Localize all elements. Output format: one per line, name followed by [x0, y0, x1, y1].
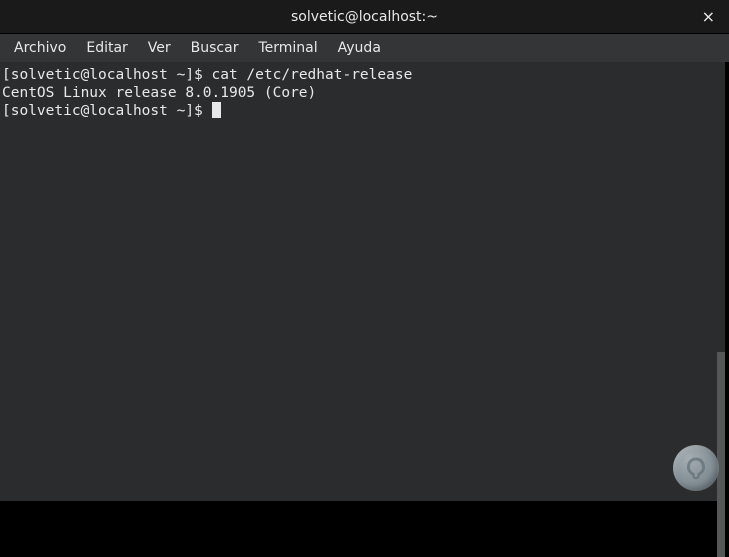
close-icon[interactable]: ×	[696, 7, 721, 27]
cursor-icon	[212, 102, 221, 118]
menu-editar[interactable]: Editar	[76, 36, 137, 60]
menu-archivo[interactable]: Archivo	[4, 36, 76, 60]
window-titlebar: solvetic@localhost:~ ×	[0, 0, 729, 34]
scrollbar-thumb[interactable]	[717, 352, 725, 557]
window-title: solvetic@localhost:~	[291, 9, 438, 25]
shell-prompt: [solvetic@localhost ~]$	[2, 67, 212, 83]
terminal-content: [solvetic@localhost ~]$ cat /etc/redhat-…	[2, 66, 723, 120]
menu-ver[interactable]: Ver	[138, 36, 181, 60]
menu-ayuda[interactable]: Ayuda	[328, 36, 391, 60]
command-text: cat /etc/redhat-release	[212, 67, 413, 83]
menu-terminal[interactable]: Terminal	[248, 36, 327, 60]
menubar: Archivo Editar Ver Buscar Terminal Ayuda	[0, 34, 729, 62]
terminal-area[interactable]: [solvetic@localhost ~]$ cat /etc/redhat-…	[0, 62, 725, 501]
watermark-logo-icon	[673, 445, 719, 491]
shell-prompt: [solvetic@localhost ~]$	[2, 103, 212, 119]
command-output: CentOS Linux release 8.0.1905 (Core)	[2, 85, 316, 101]
menu-buscar[interactable]: Buscar	[181, 36, 249, 60]
